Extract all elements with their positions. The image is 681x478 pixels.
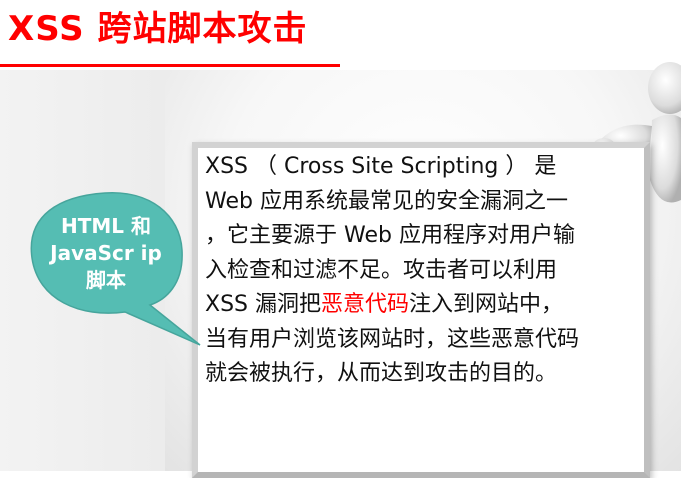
callout-text: HTML 和 JavaScr ip 脚本	[50, 214, 162, 292]
